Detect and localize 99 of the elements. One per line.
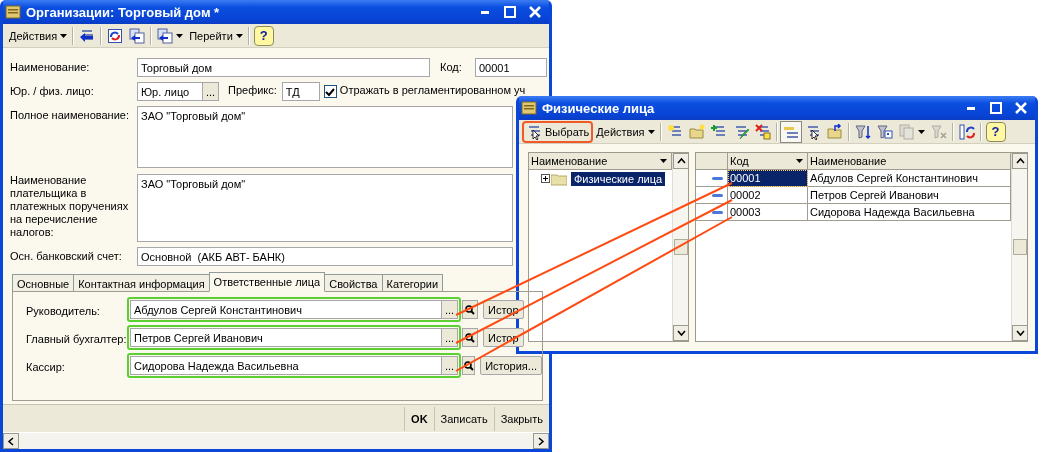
minimize-icon [481,10,489,14]
tab[interactable]: Ответственные лица [208,272,326,292]
filter-clear-icon [930,123,947,140]
select-button[interactable]: ... [442,328,458,347]
select-button[interactable]: ... [442,300,458,319]
search-icon [465,332,475,343]
maximize-icon [504,6,516,18]
close-icon [1015,102,1027,114]
refresh-icon [958,123,975,140]
field-label: Полное наименование: [10,108,130,122]
scroll-down-icon [676,329,686,337]
item-icon [712,192,723,198]
folder-icon [551,172,567,186]
field-label: Руководитель: [26,303,101,318]
field-label: Осн. банковский счет: [10,249,123,263]
filter-window-icon [876,123,893,140]
person-field[interactable]: Сидорова Надежда Васильевна [130,356,442,375]
person-field[interactable]: Абдулов Сергей Константинович [130,300,442,319]
scroll-up-icon [676,157,686,165]
table-cell[interactable]: Абдулов Сергей Константинович [808,170,1011,187]
form-button[interactable]: Закрыть [493,406,549,431]
field-label: Главный бухгалтер: [26,331,127,346]
checkbox-label: Отражать в регламентированном уч [339,83,526,96]
list-delete-icon [754,123,771,140]
history-button[interactable]: История... [480,356,542,375]
field-label: Кассир: [26,359,66,374]
scroll-right-icon [537,436,545,446]
scroll-down-icon [1015,329,1025,337]
tab[interactable]: Свойства [324,274,383,292]
table-cell[interactable]: Сидорова Надежда Васильевна [808,204,1011,221]
window-icon [5,4,21,20]
field-label: Префикс: [228,83,277,96]
field-label: Наименование плательщика в платежных поручениях на перечисление налогов: [10,174,130,239]
column-header[interactable]: Код [728,153,808,170]
scroll-left-icon [7,436,15,446]
field-label: Наименование: [10,60,91,74]
checkbox[interactable] [323,85,337,98]
field-label: Код: [440,60,463,74]
form-button[interactable]: OK [404,406,434,431]
field-label: Юр. / физ. лицо: [10,84,95,98]
folder-arrow-icon [826,123,843,140]
item-icon [712,209,723,215]
menu-button[interactable]: Действия [6,24,71,47]
caret-icon [660,159,667,163]
window-icon [521,100,537,116]
form-button[interactable]: Записать [433,406,494,431]
table-cell[interactable]: Петров Сергей Иванович [808,187,1011,204]
copy-arrow-icon [157,27,174,44]
copy-arrow-icon [129,27,146,44]
caret-icon [235,33,243,38]
caret-icon [60,33,68,38]
menu-button[interactable]: Действия [593,120,658,143]
caret-icon [647,129,655,134]
list-arrow-icon [79,27,96,44]
check-icon [325,86,336,97]
tree-item[interactable]: Физические лица [571,172,666,186]
table-cell[interactable]: 00001 [728,170,808,187]
tab[interactable]: Основные [12,274,75,292]
maximize-icon [990,102,1002,114]
column-header[interactable]: Наименование [529,153,672,170]
prefix-field[interactable]: ТД [281,82,320,101]
search-icon [463,360,474,371]
window-title: Физические лица [542,100,656,116]
select-button[interactable]: ... [442,356,458,375]
help-button[interactable]: ? [253,25,274,46]
search-icon [465,304,475,315]
type-field[interactable]: Юр. лицо [137,82,203,101]
scrollbar[interactable] [672,153,688,341]
table-cell[interactable]: 00003 [728,204,808,221]
caret-icon [176,33,184,38]
window-title: Организации: Торговый дом * [26,4,221,20]
caret-icon [796,159,803,163]
list-cursor-icon [526,123,542,140]
history-button[interactable]: Истор [483,300,524,319]
filter-list-icon [854,123,871,140]
select-button[interactable]: ... [203,82,219,101]
item-icon [712,175,723,181]
help-button[interactable]: ? [985,121,1006,142]
code-field[interactable]: 00001 [475,58,547,77]
tab[interactable]: Контактная информация [73,274,210,292]
scroll-up-icon [1015,157,1025,165]
bank-account-field[interactable]: Основной (АКБ АВТ- БАНК) [137,247,513,266]
scroll-thumb[interactable] [1012,239,1027,255]
tab[interactable]: Категории [381,274,444,292]
full-name-field[interactable]: ЗАО "Торговый дом" [137,106,513,168]
sync-icon [107,27,124,44]
copy-icon [898,123,915,140]
column-header[interactable]: Наименование [808,153,1011,170]
menu-button[interactable]: Перейти [186,24,246,47]
person-field[interactable]: Петров Сергей Иванович [130,328,442,347]
caret-icon [917,129,925,134]
scrollbar[interactable] [1011,153,1027,341]
minimize-icon [967,106,975,110]
name-field[interactable]: Торговый дом [137,58,430,77]
folder-star-icon [688,123,705,140]
select-button[interactable]: Выбрать [522,120,594,143]
table-cell[interactable]: 00002 [728,187,808,204]
payer-name-field[interactable]: ЗАО "Торговый дом" [137,174,513,242]
close-icon [529,6,541,18]
